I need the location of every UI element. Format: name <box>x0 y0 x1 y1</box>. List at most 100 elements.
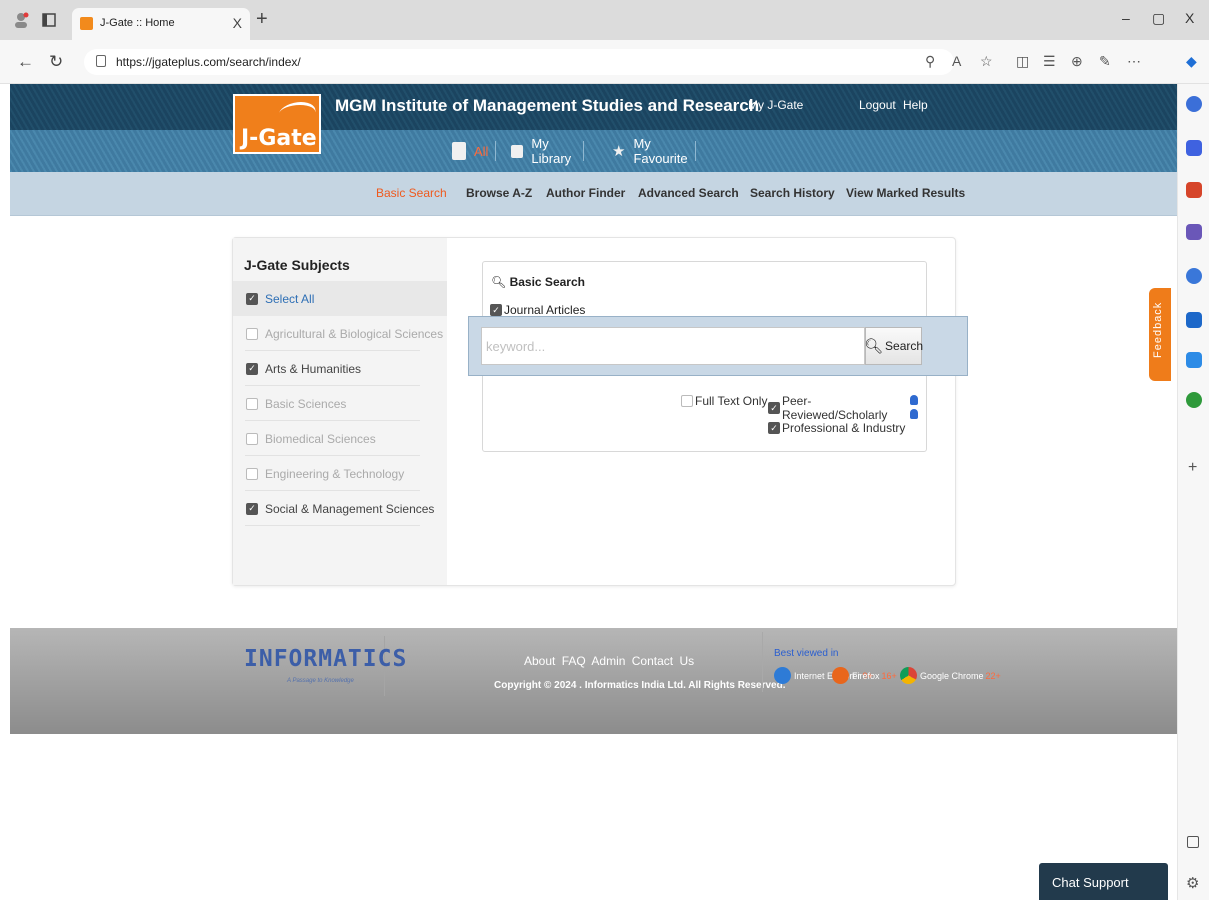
checkbox-checked-icon[interactable]: ✓ <box>768 402 780 414</box>
people-icon <box>909 394 927 422</box>
nav-browse-az[interactable]: Browse A-Z <box>466 186 532 200</box>
subject-engineering[interactable]: Engineering & Technology <box>233 456 447 491</box>
back-icon[interactable]: ← <box>17 52 34 72</box>
book-icon <box>274 102 320 124</box>
header-bottom <box>10 130 1177 172</box>
url-text: https://jgateplus.com/search/index/ <box>116 55 301 69</box>
checkbox-icon[interactable] <box>246 397 258 410</box>
browser-tab-bar: J-Gate :: Home X + – ▢ X <box>0 0 1209 40</box>
more-menu-icon[interactable]: ⋯ <box>1127 53 1141 70</box>
profile-icon[interactable] <box>12 11 30 29</box>
footer-link-admin[interactable]: Admin <box>591 654 625 668</box>
subject-arts[interactable]: ✓ Arts & Humanities <box>233 351 447 386</box>
active-tab[interactable]: J-Gate :: Home X <box>72 8 250 40</box>
help-link[interactable]: Help <box>903 98 928 112</box>
nav-search-history[interactable]: Search History <box>750 186 835 200</box>
sidebar-games-icon[interactable] <box>1186 224 1202 240</box>
full-text-only-option[interactable]: Full Text Only <box>681 394 767 408</box>
chrome-icon <box>900 667 917 684</box>
checkbox-icon[interactable] <box>246 432 258 445</box>
subjects-sidebar: J-Gate Subjects ✓ Select All Agricultura… <box>233 238 447 585</box>
sidebar-m365-icon[interactable] <box>1186 268 1202 284</box>
star-icon: ★ <box>612 143 626 160</box>
magnifier-icon: 🔍︎ <box>863 338 884 355</box>
subject-agricultural[interactable]: Agricultural & Biological Sciences <box>233 316 447 351</box>
search-nav-bar: Basic Search Browse A-Z Author Finder Ad… <box>10 172 1177 216</box>
keyword-search-bar: 🔍︎ Search <box>468 316 968 376</box>
keyword-input[interactable] <box>481 327 865 365</box>
search-button[interactable]: 🔍︎ Search <box>863 327 923 365</box>
informatics-logo[interactable]: INFORMATICS A Passage to Knowledge <box>232 636 406 696</box>
nav-basic-search[interactable]: Basic Search <box>376 186 447 200</box>
nav-view-marked-results[interactable]: View Marked Results <box>846 186 965 200</box>
subjects-title: J-Gate Subjects <box>244 257 350 273</box>
tab-all[interactable]: All <box>452 138 497 164</box>
restore-icon[interactable]: ▢ <box>1152 10 1165 27</box>
nav-advanced-search[interactable]: Advanced Search <box>638 186 739 200</box>
institution-name: MGM Institute of Management Studies and … <box>335 96 760 115</box>
sidebar-add-icon[interactable]: + <box>1188 459 1197 477</box>
favorites-list-icon[interactable]: ☰ <box>1043 53 1056 70</box>
favorite-star-icon[interactable]: ☆ <box>980 53 993 70</box>
search-panel: J-Gate Subjects ✓ Select All Agricultura… <box>232 237 956 586</box>
browser-chrome: Google Chrome 22+ <box>900 667 1001 684</box>
checkbox-icon[interactable] <box>246 327 258 340</box>
jgate-logo[interactable]: J-Gate <box>233 94 321 154</box>
checkbox-checked-icon[interactable]: ✓ <box>246 362 258 375</box>
minimize-icon[interactable]: – <box>1122 10 1130 26</box>
sidebar-tree-icon[interactable] <box>1186 392 1202 408</box>
professional-industry-option[interactable]: ✓ Professional & Industry <box>768 421 905 435</box>
footer-link-contact[interactable]: Contact Us <box>632 654 694 668</box>
sidebar-shopping-icon[interactable] <box>1186 140 1202 156</box>
checkbox-icon[interactable] <box>246 467 258 480</box>
tab-my-library[interactable]: My Library <box>511 136 584 166</box>
checkbox-checked-icon[interactable]: ✓ <box>246 292 258 305</box>
copilot-icon[interactable]: ◆ <box>1186 53 1197 70</box>
address-bar-row: ← ↻ https://jgateplus.com/search/index/ … <box>0 40 1209 84</box>
peer-reviewed-option[interactable]: ✓ Peer-Reviewed/Scholarly <box>768 394 926 422</box>
collections-icon[interactable]: ⊕ <box>1071 53 1083 70</box>
read-aloud-icon[interactable]: A <box>952 53 961 69</box>
extensions-icon[interactable]: ✎ <box>1099 53 1111 70</box>
subject-basic-sciences[interactable]: Basic Sciences <box>233 386 447 421</box>
sidebar-settings-icon[interactable]: ⚙ <box>1186 874 1199 892</box>
sidebar-search-icon[interactable] <box>1186 96 1202 112</box>
best-viewed-label: Best viewed in <box>774 648 839 659</box>
basic-search-title: 🔍︎ Basic Search <box>491 275 585 289</box>
footer-link-about[interactable]: About <box>524 654 555 668</box>
copyright-text: Copyright © 2024 . Informatics India Ltd… <box>494 680 786 691</box>
chat-support-button[interactable]: Chat Support <box>1039 863 1168 900</box>
checkbox-checked-icon[interactable]: ✓ <box>768 422 780 434</box>
checkbox-checked-icon[interactable]: ✓ <box>246 502 258 515</box>
checkbox-checked-icon[interactable]: ✓ <box>490 304 502 316</box>
tab-actions-icon[interactable] <box>40 11 58 29</box>
subject-social-management[interactable]: ✓ Social & Management Sciences <box>233 491 447 526</box>
tab-my-favourite[interactable]: ★ My Favourite <box>612 136 696 166</box>
sidebar-tools-icon[interactable] <box>1186 182 1202 198</box>
firefox-icon <box>832 667 849 684</box>
sidebar-hide-icon[interactable] <box>1187 836 1199 848</box>
new-tab-button[interactable]: + <box>256 8 268 31</box>
split-screen-icon[interactable]: ◫ <box>1016 53 1029 70</box>
journal-articles-option[interactable]: ✓ Journal Articles <box>490 303 585 317</box>
password-key-icon[interactable]: ⚲ <box>925 53 935 70</box>
sidebar-outlook-icon[interactable] <box>1186 312 1202 328</box>
subject-biomedical[interactable]: Biomedical Sciences <box>233 421 447 456</box>
tab-close-icon[interactable]: X <box>233 15 242 31</box>
subject-select-all[interactable]: ✓ Select All <box>233 281 447 316</box>
footer-link-faq[interactable]: FAQ <box>562 654 586 668</box>
my-jgate-link[interactable]: My J-Gate <box>748 98 803 112</box>
feedback-tab[interactable]: Feedback <box>1149 288 1171 381</box>
logout-link[interactable]: Logout <box>859 98 896 112</box>
window-close-icon[interactable]: X <box>1185 10 1194 26</box>
ie-icon <box>774 667 791 684</box>
refresh-icon[interactable]: ↻ <box>49 52 63 72</box>
checkbox-icon[interactable] <box>681 395 693 407</box>
footer-links: About FAQ Admin Contact Us <box>524 654 694 668</box>
tab-title: J-Gate :: Home <box>100 17 175 29</box>
search-icon: 🔍︎ <box>491 275 507 289</box>
nav-author-finder[interactable]: Author Finder <box>546 186 625 200</box>
sidebar-send-icon[interactable] <box>1186 352 1202 368</box>
url-field[interactable]: https://jgateplus.com/search/index/ <box>84 49 954 75</box>
folder-icon <box>511 144 524 158</box>
